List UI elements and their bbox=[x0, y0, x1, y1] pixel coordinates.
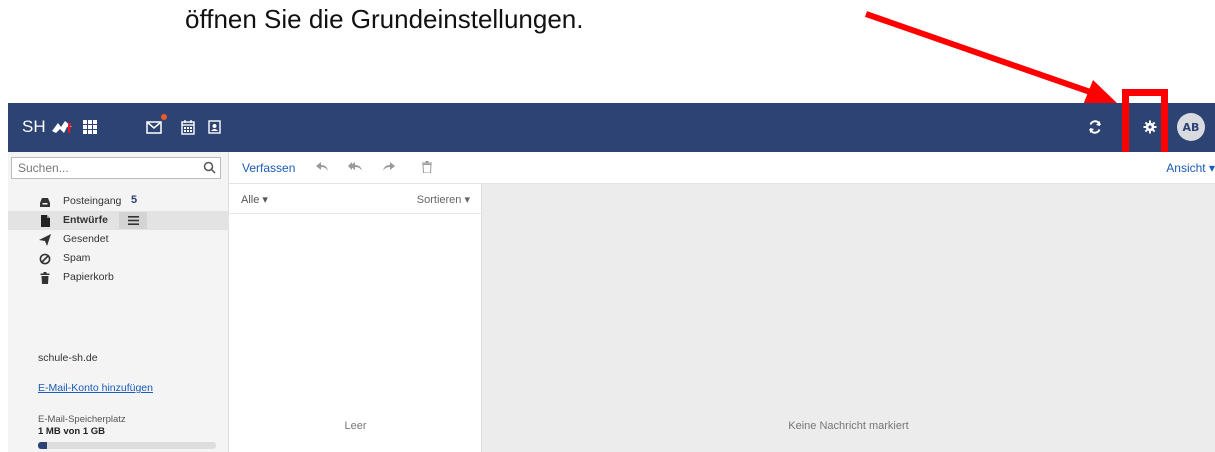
hamburger-menu-icon bbox=[127, 216, 139, 225]
apps-grid-icon[interactable] bbox=[80, 117, 100, 137]
search-placeholder: Suchen... bbox=[18, 161, 69, 175]
compose-button[interactable]: Verfassen bbox=[242, 161, 295, 175]
folder-label: Papierkorb bbox=[63, 271, 114, 283]
folder-label: Spam bbox=[63, 252, 91, 264]
no-message-selected-text: Keine Nachricht markiert bbox=[788, 420, 909, 432]
sh-bird-logo-icon bbox=[51, 121, 72, 133]
filter-dropdown[interactable]: Alle ▾ bbox=[241, 193, 268, 206]
storage-value: 1 MB von 1 GB bbox=[38, 426, 106, 437]
message-list-pane: Alle ▾ Sortieren ▾ Leer bbox=[229, 184, 482, 452]
brand-logo[interactable]: SH bbox=[22, 117, 74, 137]
top-navigation-bar: SH AB bbox=[8, 103, 1215, 152]
webmail-app: SH AB Suchen... Posteingang 5 Entwürfe G… bbox=[8, 89, 1215, 452]
mail-toolbar: Verfassen Ansicht ▾ bbox=[229, 152, 1215, 184]
folder-label: Posteingang bbox=[63, 195, 122, 207]
empty-list-text: Leer bbox=[344, 420, 367, 432]
account-name[interactable]: schule-sh.de bbox=[38, 352, 98, 364]
storage-label: E-Mail-Speicherplatz bbox=[38, 414, 126, 425]
trash-icon bbox=[40, 272, 50, 284]
brand-text: SH bbox=[22, 117, 46, 136]
gear-icon[interactable] bbox=[1140, 117, 1160, 137]
folder-sidebar: Suchen... Posteingang 5 Entwürfe Gesende… bbox=[8, 152, 229, 452]
spam-icon bbox=[39, 253, 51, 265]
calendar-icon[interactable] bbox=[178, 117, 198, 137]
folder-item-papierkorb[interactable]: Papierkorb bbox=[8, 268, 229, 287]
add-account-link[interactable]: E-Mail-Konto hinzufügen bbox=[38, 382, 153, 394]
sort-dropdown[interactable]: Sortieren ▾ bbox=[417, 193, 470, 206]
message-list-header: Alle ▾ Sortieren ▾ bbox=[229, 184, 482, 214]
refresh-icon[interactable] bbox=[1085, 117, 1105, 137]
reply-all-icon[interactable] bbox=[347, 159, 363, 175]
view-menu-button[interactable]: Ansicht ▾ bbox=[1166, 161, 1215, 175]
reply-icon[interactable] bbox=[314, 159, 330, 175]
contacts-icon[interactable] bbox=[204, 117, 224, 137]
folder-label: Entwürfe bbox=[63, 214, 108, 226]
folder-item-spam[interactable]: Spam bbox=[8, 249, 229, 268]
search-input[interactable]: Suchen... bbox=[11, 157, 221, 179]
sent-icon bbox=[39, 234, 51, 246]
folder-item-gesendet[interactable]: Gesendet bbox=[8, 230, 229, 249]
folder-menu-button[interactable] bbox=[119, 212, 147, 229]
notification-dot bbox=[161, 114, 167, 120]
forward-icon[interactable] bbox=[381, 159, 397, 175]
folder-list: Posteingang 5 Entwürfe Gesendet Spam Pap… bbox=[8, 192, 229, 287]
delete-icon[interactable] bbox=[419, 159, 435, 175]
inbox-icon bbox=[40, 198, 50, 207]
message-detail-pane: Keine Nachricht markiert bbox=[482, 184, 1215, 452]
folder-item-entwuerfe[interactable]: Entwürfe bbox=[8, 211, 229, 230]
draft-icon bbox=[41, 215, 50, 227]
storage-progress-fill bbox=[38, 442, 47, 449]
storage-progress-bar bbox=[38, 442, 216, 449]
folder-item-posteingang[interactable]: Posteingang 5 bbox=[8, 192, 229, 211]
user-avatar[interactable]: AB bbox=[1177, 113, 1205, 141]
unread-count-badge: 5 bbox=[131, 194, 138, 206]
search-icon[interactable] bbox=[203, 161, 216, 174]
folder-label: Gesendet bbox=[63, 233, 109, 245]
mail-icon[interactable] bbox=[144, 117, 164, 137]
